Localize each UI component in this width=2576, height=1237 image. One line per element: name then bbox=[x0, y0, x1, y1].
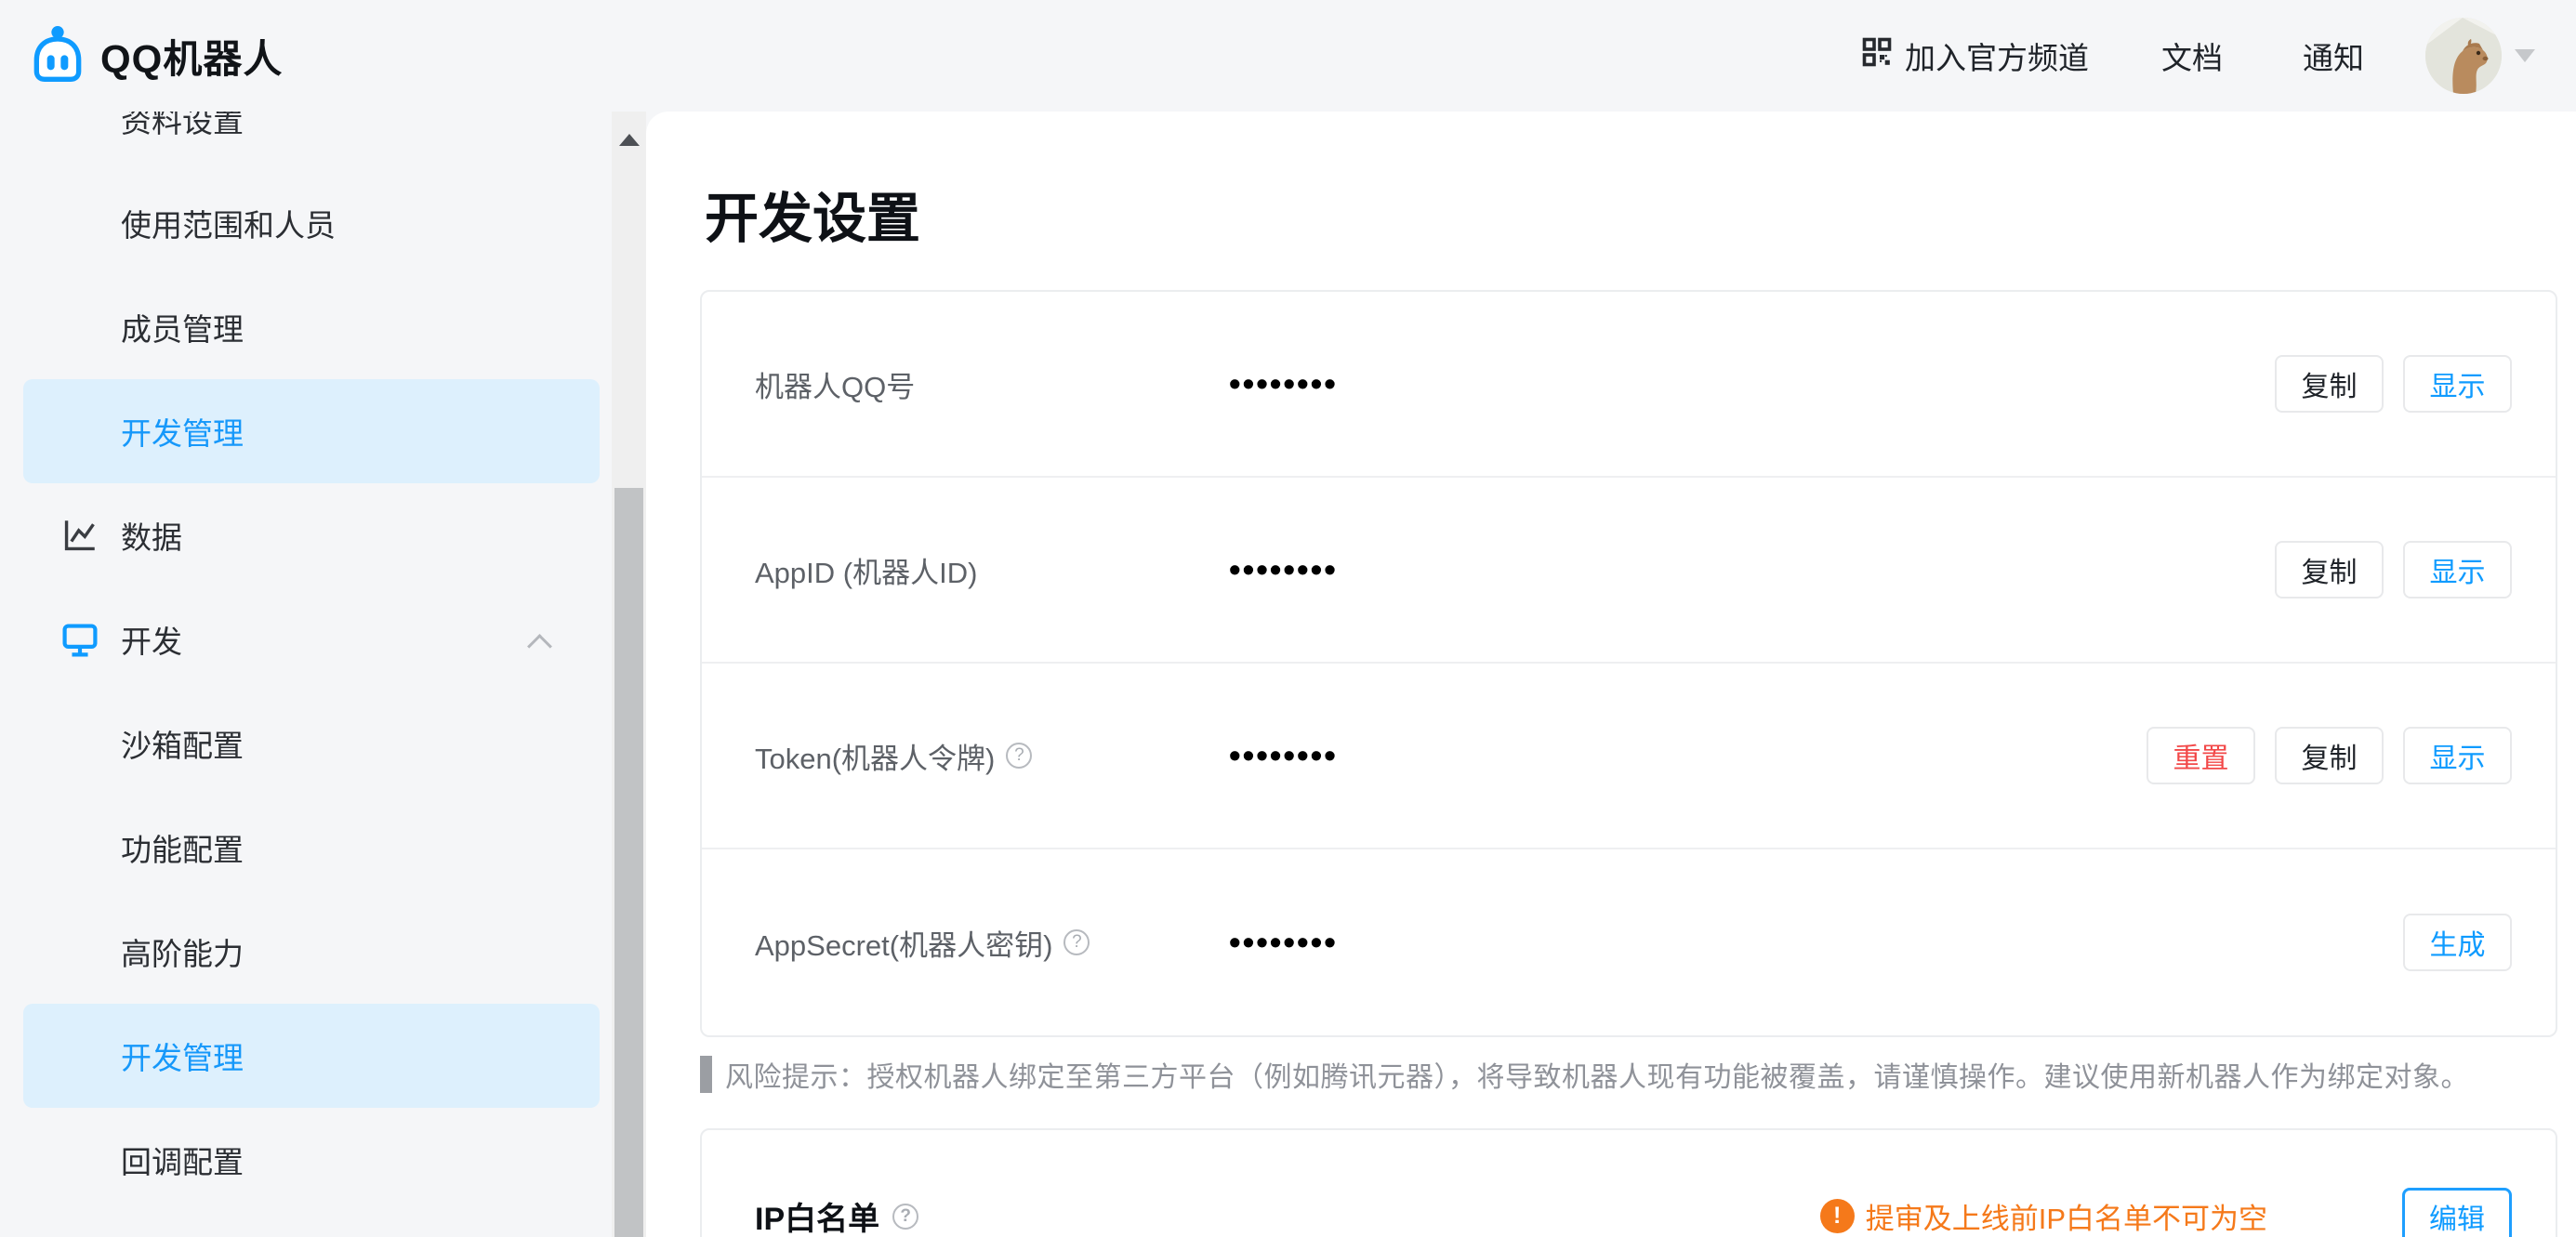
masked-value: •••••••• bbox=[1229, 923, 1338, 962]
sidebar-item-label: 高阶能力 bbox=[121, 929, 244, 974]
sidebar-nav: 资料设置 使用范围和人员 成员管理 开发管理 bbox=[0, 112, 612, 1237]
dev-settings-card: 机器人QQ号 •••••••• 复制 显示 AppID (机器人ID) ••••… bbox=[700, 290, 2557, 1037]
user-avatar[interactable] bbox=[2425, 18, 2502, 94]
copy-button[interactable]: 复制 bbox=[2275, 355, 2384, 413]
nav-docs[interactable]: 文档 bbox=[2161, 33, 2223, 78]
help-icon[interactable]: ? bbox=[1063, 929, 1090, 955]
ip-whitelist-warning: ! 提审及上线前IP白名单不可为空 bbox=[1820, 1195, 2267, 1237]
risk-tip: 风险提示：授权机器人绑定至第三方平台（例如腾讯元器），将导致机器人现有功能被覆盖… bbox=[700, 1054, 2559, 1095]
show-button[interactable]: 显示 bbox=[2403, 541, 2512, 599]
nav-join-label: 加入官方频道 bbox=[1905, 33, 2089, 78]
sidebar-item-dev-management-2[interactable]: 开发管理 bbox=[23, 1004, 600, 1108]
sidebar-item-label: 开发 bbox=[121, 617, 182, 662]
top-header: QQ机器人 加入官方频道 文档 bbox=[0, 0, 2576, 112]
sidebar-item-label: 开发管理 bbox=[121, 409, 244, 454]
generate-button[interactable]: 生成 bbox=[2403, 914, 2512, 971]
monitor-icon bbox=[60, 620, 121, 659]
sidebar-item-feature-config[interactable]: 功能配置 bbox=[23, 796, 600, 900]
avatar-dropdown-caret[interactable] bbox=[2515, 49, 2535, 62]
sidebar-item-label: 回调配置 bbox=[121, 1138, 244, 1182]
main-content: 开发设置 机器人QQ号 •••••••• 复制 显示 AppID (机器人ID)… bbox=[646, 112, 2576, 1237]
setting-row-qq-number: 机器人QQ号 •••••••• 复制 显示 bbox=[702, 292, 2556, 478]
ip-whitelist-card: IP白名单 ? ! 提审及上线前IP白名单不可为空 编辑 bbox=[700, 1128, 2557, 1237]
warning-text: 提审及上线前IP白名单不可为空 bbox=[1866, 1195, 2267, 1237]
sidebar-item-advanced-ability[interactable]: 高阶能力 bbox=[23, 900, 600, 1004]
sidebar-item-development[interactable]: 开发 bbox=[23, 587, 600, 691]
setting-row-appid: AppID (机器人ID) •••••••• 复制 显示 bbox=[702, 478, 2556, 664]
show-button[interactable]: 显示 bbox=[2403, 355, 2512, 413]
scrollbar-thumb[interactable] bbox=[614, 488, 643, 1237]
reset-button[interactable]: 重置 bbox=[2147, 727, 2255, 784]
setting-row-token: Token(机器人令牌) ? •••••••• 重置 复制 显示 bbox=[702, 664, 2556, 849]
scrollbar-up-arrow-icon[interactable] bbox=[619, 134, 640, 146]
nav-notice[interactable]: 通知 bbox=[2303, 33, 2364, 78]
help-icon[interactable]: ? bbox=[1006, 743, 1032, 769]
app-logo: QQ机器人 bbox=[28, 24, 283, 88]
copy-button[interactable]: 复制 bbox=[2275, 727, 2384, 784]
row-label: AppSecret(机器人密钥) ? bbox=[755, 922, 1229, 964]
sidebar-item-label: 资料设置 bbox=[121, 112, 244, 141]
sidebar-item-profile-settings[interactable]: 资料设置 bbox=[23, 112, 600, 171]
chart-line-icon bbox=[60, 516, 121, 555]
sidebar-item-label: 功能配置 bbox=[121, 825, 244, 870]
row-label: AppID (机器人ID) bbox=[755, 549, 1229, 591]
qr-code-icon bbox=[1860, 35, 1894, 76]
setting-row-appsecret: AppSecret(机器人密钥) ? •••••••• 生成 bbox=[702, 849, 2556, 1035]
ip-whitelist-title: IP白名单 ? bbox=[755, 1193, 918, 1237]
edit-button[interactable]: 编辑 bbox=[2402, 1188, 2512, 1237]
row-label: Token(机器人令牌) ? bbox=[755, 735, 1229, 777]
sidebar-item-label: 数据 bbox=[121, 513, 182, 558]
page-title: 开发设置 bbox=[705, 177, 2559, 262]
nav-join-channel[interactable]: 加入官方频道 bbox=[1860, 33, 2089, 78]
masked-value: •••••••• bbox=[1229, 550, 1338, 589]
logo-title: QQ机器人 bbox=[100, 28, 283, 85]
risk-tip-text: 风险提示：授权机器人绑定至第三方平台（例如腾讯元器），将导致机器人现有功能被覆盖… bbox=[725, 1054, 2469, 1095]
nav-notice-label: 通知 bbox=[2303, 33, 2364, 78]
sidebar-item-label: 沙箱配置 bbox=[121, 721, 244, 766]
robot-logo-icon bbox=[28, 24, 87, 88]
sidebar-item-label: 开发管理 bbox=[121, 1033, 244, 1078]
nav-docs-label: 文档 bbox=[2161, 33, 2223, 78]
sidebar-item-scope-members[interactable]: 使用范围和人员 bbox=[23, 171, 600, 275]
chevron-up-icon[interactable] bbox=[531, 634, 551, 654]
warning-exclamation-icon: ! bbox=[1820, 1199, 1855, 1233]
sidebar-item-label: 成员管理 bbox=[121, 305, 244, 349]
sidebar-item-member-management[interactable]: 成员管理 bbox=[23, 275, 600, 379]
sidebar-scrollbar[interactable] bbox=[612, 112, 646, 1237]
sidebar-item-dev-management-1[interactable]: 开发管理 bbox=[23, 379, 600, 483]
sidebar-item-sandbox-config[interactable]: 沙箱配置 bbox=[23, 691, 600, 796]
sidebar-item-data[interactable]: 数据 bbox=[23, 483, 600, 587]
show-button[interactable]: 显示 bbox=[2403, 727, 2512, 784]
row-label: 机器人QQ号 bbox=[755, 363, 1229, 405]
risk-tip-bar bbox=[700, 1056, 712, 1093]
masked-value: •••••••• bbox=[1229, 736, 1338, 775]
copy-button[interactable]: 复制 bbox=[2275, 541, 2384, 599]
sidebar-item-callback-config[interactable]: 回调配置 bbox=[23, 1108, 600, 1212]
sidebar-item-label: 使用范围和人员 bbox=[121, 201, 336, 245]
ip-whitelist-row: IP白名单 ? ! 提审及上线前IP白名单不可为空 编辑 bbox=[702, 1130, 2556, 1237]
masked-value: •••••••• bbox=[1229, 364, 1338, 403]
help-icon[interactable]: ? bbox=[892, 1204, 918, 1230]
